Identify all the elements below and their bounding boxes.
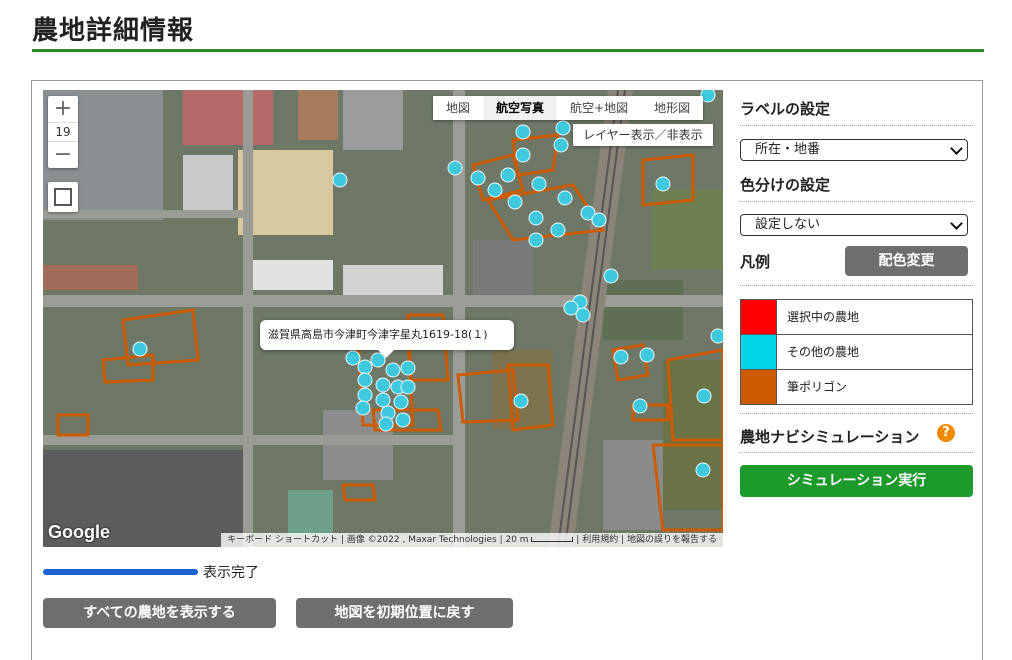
imagery-credit: 画像 ©2022 , Maxar Technologies (346, 535, 497, 545)
zoom-out-button[interactable]: − (48, 142, 78, 168)
legend-label: 筆ポリゴン (787, 380, 848, 394)
progress-fill (43, 569, 198, 575)
divider (740, 201, 973, 202)
page-title: 農地詳細情報 (32, 16, 195, 46)
google-logo: Google (48, 522, 110, 542)
layer-toggle-button[interactable]: レイヤー表示／非表示 (573, 124, 713, 146)
zoom-control: + 19 − (48, 96, 78, 168)
legend-swatch-other (741, 335, 777, 369)
title-divider (32, 49, 984, 52)
scale-label: 20 m (505, 535, 529, 545)
map-imagery (43, 90, 723, 547)
map-type-map[interactable]: 地図 (433, 96, 483, 120)
divider (740, 452, 973, 453)
legend-label: 選択中の農地 (787, 310, 860, 324)
terms-link[interactable]: 利用規約 (582, 535, 618, 545)
keyboard-shortcuts-link[interactable]: キーボード ショートカット (227, 535, 338, 545)
scale-bar (531, 537, 574, 542)
color-select[interactable]: 設定しない (740, 214, 968, 236)
legend-label: その他の農地 (787, 345, 860, 359)
legend-table: 選択中の農地 その他の農地 筆ポリゴン (740, 299, 973, 405)
report-error-link[interactable]: 地図の誤りを報告する (627, 535, 717, 545)
map-type-switcher: 地図 航空写真 航空+地図 地形図 (433, 96, 704, 120)
reset-map-button[interactable]: 地図を初期位置に戻す (296, 598, 513, 628)
zoom-in-button[interactable]: + (48, 96, 78, 122)
legend-heading: 凡例 (740, 253, 771, 271)
legend-swatch-selected (741, 300, 777, 334)
map-type-terrain[interactable]: 地形図 (641, 96, 703, 120)
legend-row: その他の農地 (741, 335, 972, 370)
legend-swatch-polygon (741, 370, 777, 404)
fullscreen-icon[interactable] (48, 182, 78, 212)
color-settings-heading: 色分けの設定 (740, 176, 831, 194)
map-type-aerial[interactable]: 航空写真 (483, 96, 558, 120)
map-attribution: キーボード ショートカット | 画像 ©2022 , Maxar Technol… (221, 533, 723, 547)
legend-row: 選択中の農地 (741, 300, 972, 335)
divider (740, 285, 973, 286)
legend-row: 筆ポリゴン (741, 370, 972, 404)
zoom-level: 19 (48, 122, 78, 142)
color-select-value: 設定しない (755, 217, 821, 232)
help-icon[interactable]: ? (937, 424, 955, 442)
label-select-value: 所在・地番 (755, 142, 821, 157)
chevron-down-icon (950, 142, 963, 155)
divider (740, 125, 973, 126)
selected-parcel-tooltip: 滋賀県高島市今津町今津字星丸1619-18(１) (260, 320, 514, 358)
recolor-button[interactable]: 配色変更 (845, 246, 968, 276)
progress-bar (43, 569, 198, 575)
chevron-down-icon (950, 217, 963, 230)
label-settings-heading: ラベルの設定 (740, 100, 831, 118)
progress-status: 表示完了 (203, 565, 259, 581)
label-select[interactable]: 所在・地番 (740, 139, 968, 161)
divider (740, 413, 973, 414)
run-simulation-button[interactable]: シミュレーション実行 (740, 465, 973, 497)
show-all-farmland-button[interactable]: すべての農地を表示する (43, 598, 276, 628)
aerial-map[interactable]: + 19 − 地図 航空写真 航空+地図 地形図 レイヤー表示／非表示 滋賀県高… (43, 90, 723, 547)
map-type-hybrid[interactable]: 航空+地図 (557, 96, 641, 120)
simulation-heading: 農地ナビシミュレーション (740, 428, 920, 446)
